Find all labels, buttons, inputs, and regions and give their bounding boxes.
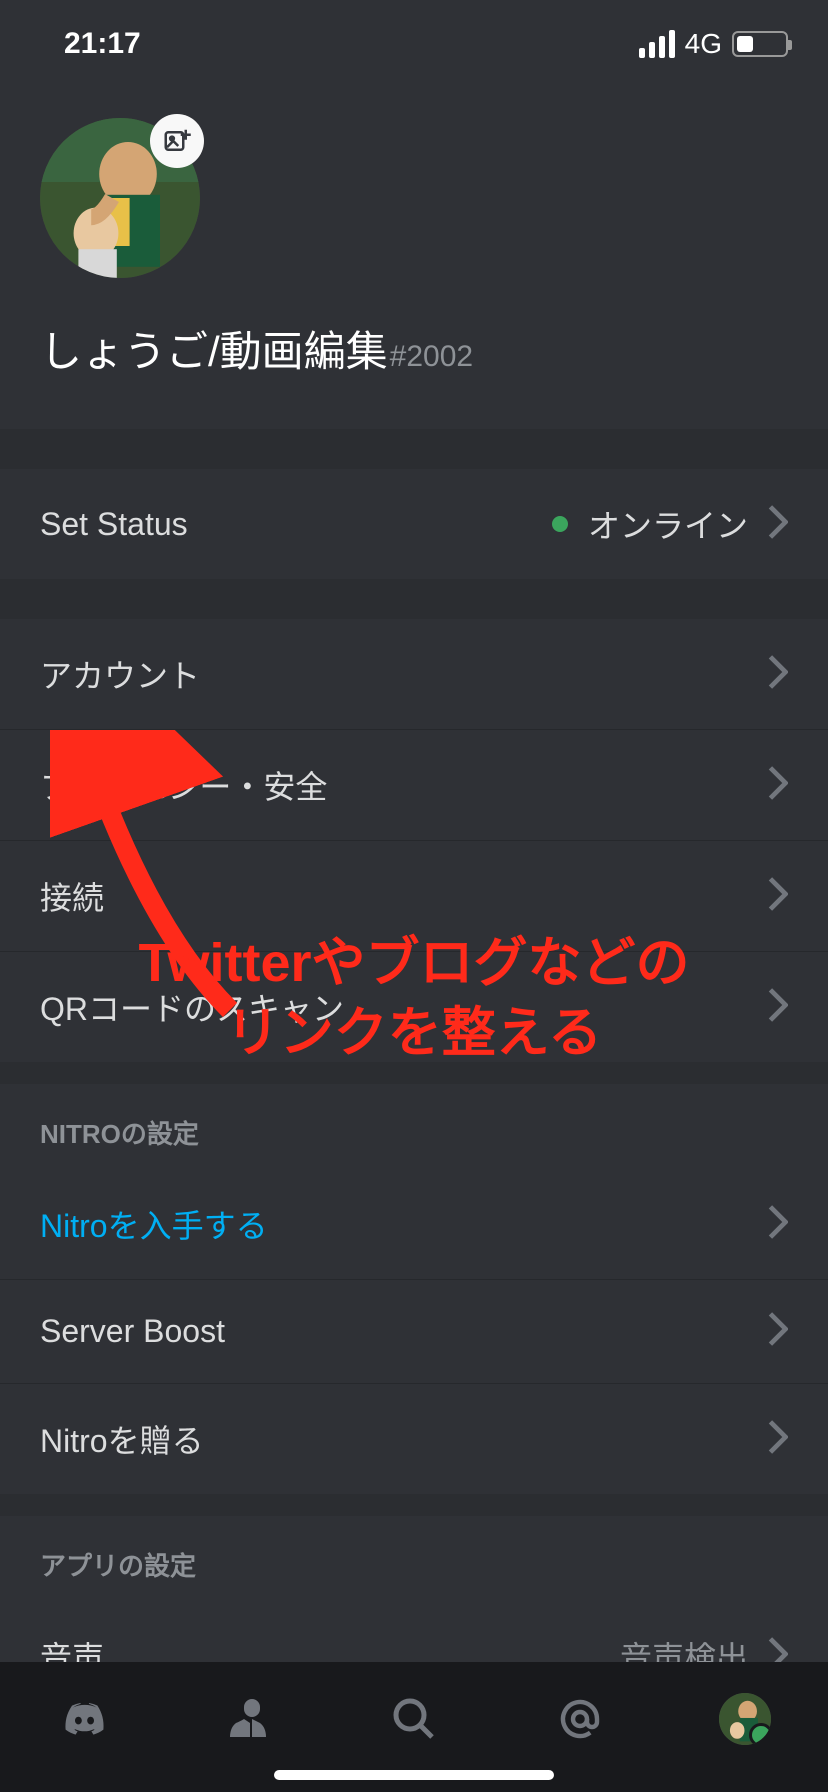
chevron-right-icon	[768, 655, 788, 694]
profile-header: しょうご/動画編集 #2002	[0, 88, 828, 429]
chevron-right-icon	[768, 1205, 788, 1244]
nitro-section-title: NITROの設定	[0, 1084, 828, 1169]
status-right: 4G	[639, 28, 788, 60]
row-label: プライバシー・安全	[40, 762, 327, 808]
avatar-wrap[interactable]	[40, 118, 200, 278]
privacy-row[interactable]: プライバシー・安全	[0, 730, 828, 841]
chevron-right-icon	[768, 988, 788, 1027]
account-row[interactable]: アカウント	[0, 619, 828, 730]
set-status-row[interactable]: Set Status オンライン	[0, 469, 828, 579]
get-nitro-row[interactable]: Nitroを入手する	[0, 1169, 828, 1280]
battery-icon	[732, 31, 788, 57]
row-label: Nitroを入手する	[40, 1201, 268, 1247]
network-label: 4G	[685, 28, 722, 60]
nav-profile-avatar[interactable]	[715, 1689, 775, 1749]
upload-image-icon[interactable]	[150, 114, 204, 168]
status-bar: 21:17 4G	[0, 0, 828, 88]
username: しょうご/動画編集	[40, 318, 388, 379]
username-row: しょうご/動画編集 #2002	[40, 318, 788, 379]
app-section-title: アプリの設定	[0, 1516, 828, 1601]
chevron-right-icon	[768, 877, 788, 916]
row-label: アカウント	[40, 651, 200, 697]
account-section: アカウント プライバシー・安全 接続 QRコードのスキャン	[0, 619, 828, 1062]
discriminator: #2002	[390, 340, 473, 374]
nav-mentions-icon[interactable]	[550, 1689, 610, 1749]
set-status-label: Set Status	[40, 506, 188, 543]
nitro-section: Nitroを入手する Server Boost Nitroを贈る	[0, 1169, 828, 1494]
row-label: 接続	[40, 873, 104, 919]
chevron-right-icon	[768, 1312, 788, 1351]
gift-nitro-row[interactable]: Nitroを贈る	[0, 1384, 828, 1494]
set-status-value: オンライン	[588, 501, 748, 547]
server-boost-row[interactable]: Server Boost	[0, 1280, 828, 1384]
status-time: 21:17	[64, 27, 141, 61]
nav-search-icon[interactable]	[384, 1689, 444, 1749]
home-indicator[interactable]	[274, 1770, 554, 1780]
chevron-right-icon	[768, 766, 788, 805]
nav-discord-icon[interactable]	[53, 1689, 113, 1749]
app-section: 音声 音声検出	[0, 1601, 828, 1662]
row-value: 音声検出	[620, 1633, 748, 1662]
row-label: 音声	[40, 1633, 104, 1662]
row-label: Server Boost	[40, 1313, 225, 1350]
row-label: Nitroを贈る	[40, 1416, 204, 1462]
nav-friends-icon[interactable]	[218, 1689, 278, 1749]
row-label: QRコードのスキャン	[40, 984, 344, 1030]
voice-row[interactable]: 音声 音声検出	[0, 1601, 828, 1662]
chevron-right-icon	[768, 1637, 788, 1663]
signal-icon	[639, 30, 675, 58]
bottom-nav	[0, 1662, 828, 1792]
connections-row[interactable]: 接続	[0, 841, 828, 952]
chevron-right-icon	[768, 505, 788, 544]
online-status-icon	[552, 516, 568, 532]
qr-scan-row[interactable]: QRコードのスキャン	[0, 952, 828, 1062]
chevron-right-icon	[768, 1420, 788, 1459]
